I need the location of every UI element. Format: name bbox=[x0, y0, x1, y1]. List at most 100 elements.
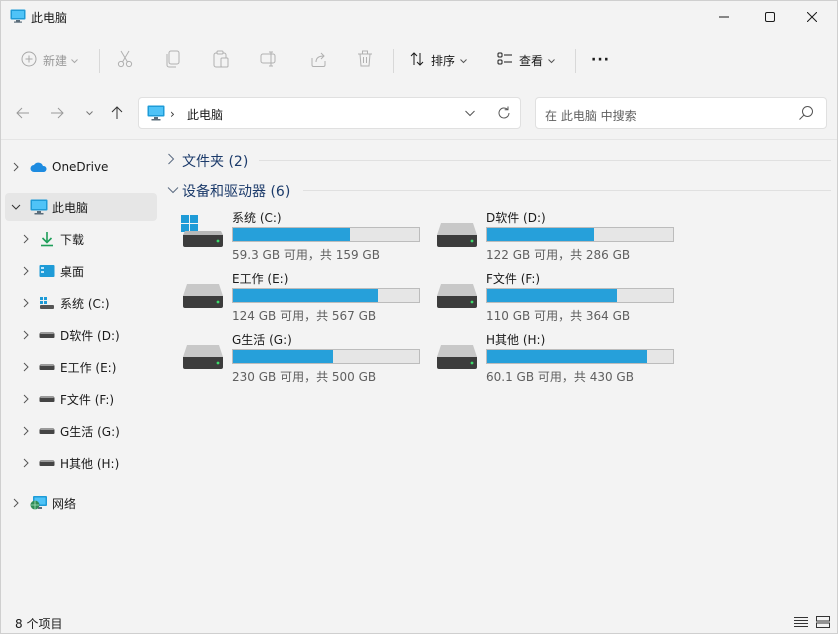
command-bar: 新建 排序 查看 ··· bbox=[1, 37, 837, 83]
drive-usage-bar bbox=[486, 227, 674, 242]
drive-icon bbox=[181, 337, 225, 372]
drive-name: 系统 (C:) bbox=[232, 211, 282, 225]
drive-icon bbox=[38, 454, 56, 472]
drive-usage-bar bbox=[232, 227, 420, 242]
windows-drive-icon bbox=[181, 215, 225, 250]
drive-free-space: 230 GB 可用，共 500 GB bbox=[232, 370, 377, 384]
sidebar-item-label: 系统 (C:) bbox=[60, 296, 110, 311]
group-title: 设备和驱动器 (6) bbox=[182, 184, 291, 200]
group-header-drives[interactable]: 设备和驱动器 (6) bbox=[161, 179, 831, 201]
chevron-down-icon[interactable] bbox=[11, 202, 21, 212]
sidebar-item-label: 下载 bbox=[60, 232, 85, 247]
drive-free-space: 110 GB 可用，共 364 GB bbox=[486, 309, 631, 323]
chevron-down-icon[interactable] bbox=[167, 183, 179, 197]
sidebar-item-drive-f[interactable]: F文件 (F:) bbox=[5, 385, 157, 413]
sort-button[interactable]: 排序 bbox=[409, 47, 467, 73]
refresh-icon[interactable] bbox=[496, 105, 512, 124]
toolbar-divider bbox=[99, 49, 100, 73]
drive-tile-h[interactable]: H其他 (H:) 60.1 GB 可用，共 430 GB bbox=[435, 331, 685, 389]
chevron-right-icon[interactable] bbox=[21, 234, 31, 244]
chevron-right-icon[interactable] bbox=[11, 162, 21, 172]
drive-icon bbox=[181, 276, 225, 311]
this-pc-icon bbox=[30, 198, 48, 216]
sidebar-item-drive-e[interactable]: E工作 (E:) bbox=[5, 353, 157, 381]
search-icon[interactable] bbox=[798, 105, 814, 124]
drive-tile-d[interactable]: D软件 (D:) 122 GB 可用，共 286 GB bbox=[435, 209, 685, 267]
sidebar-item-label: F文件 (F:) bbox=[60, 392, 115, 407]
chevron-right-icon[interactable] bbox=[21, 458, 31, 468]
paste-button[interactable] bbox=[213, 47, 229, 73]
drive-icon bbox=[38, 358, 56, 376]
chevron-right-icon[interactable] bbox=[21, 266, 31, 276]
drive-name: H其他 (H:) bbox=[486, 333, 546, 347]
view-list-icon bbox=[497, 51, 513, 70]
minimize-button[interactable] bbox=[701, 1, 747, 33]
sort-arrows-icon bbox=[409, 51, 425, 70]
this-pc-icon bbox=[10, 9, 26, 26]
sort-button-label: 排序 bbox=[431, 53, 456, 68]
chevron-right-icon[interactable] bbox=[167, 153, 175, 168]
desktop-icon bbox=[38, 262, 56, 280]
delete-button[interactable] bbox=[357, 47, 373, 73]
chevron-right-icon[interactable] bbox=[21, 426, 31, 436]
network-icon bbox=[30, 494, 48, 512]
drive-free-space: 124 GB 可用，共 567 GB bbox=[232, 309, 377, 323]
chevron-right-icon[interactable] bbox=[21, 394, 31, 404]
drive-free-space: 59.3 GB 可用，共 159 GB bbox=[232, 248, 380, 262]
sidebar-item-downloads[interactable]: 下载 bbox=[5, 225, 157, 253]
more-options-button[interactable]: ··· bbox=[591, 47, 610, 73]
share-button[interactable] bbox=[309, 47, 327, 73]
address-bar[interactable]: › 此电脑 bbox=[138, 97, 521, 129]
sidebar-item-drive-h[interactable]: H其他 (H:) bbox=[5, 449, 157, 477]
view-button-label: 查看 bbox=[519, 53, 544, 68]
cut-button[interactable] bbox=[117, 47, 133, 73]
drive-icon bbox=[435, 276, 479, 311]
tiles-view-icon[interactable] bbox=[816, 616, 830, 631]
view-button[interactable]: 查看 bbox=[497, 47, 555, 73]
sidebar-item-drive-c[interactable]: 系统 (C:) bbox=[5, 289, 157, 317]
drive-usage-fill bbox=[233, 289, 379, 302]
search-box[interactable]: 在 此电脑 中搜索 bbox=[535, 97, 827, 129]
content-pane: 文件夹 (2) 设备和驱动器 (6) 系统 (C:) 59.3 GB 可用，共 … bbox=[161, 141, 837, 601]
drive-tile-g[interactable]: G生活 (G:) 230 GB 可用，共 500 GB bbox=[181, 331, 431, 389]
chevron-right-icon[interactable] bbox=[21, 298, 31, 308]
drive-tile-f[interactable]: F文件 (F:) 110 GB 可用，共 364 GB bbox=[435, 270, 685, 328]
recent-locations-button[interactable] bbox=[77, 101, 101, 125]
more-options-label: ··· bbox=[591, 52, 610, 68]
copy-button[interactable] bbox=[165, 47, 181, 73]
group-header-folders[interactable]: 文件夹 (2) bbox=[161, 149, 831, 171]
close-button[interactable] bbox=[789, 1, 835, 33]
drive-usage-fill bbox=[487, 350, 647, 363]
forward-button[interactable] bbox=[45, 101, 69, 125]
title-bar: 此电脑 bbox=[1, 1, 837, 33]
chevron-right-icon[interactable] bbox=[21, 330, 31, 340]
sidebar-item-drive-g[interactable]: G生活 (G:) bbox=[5, 417, 157, 445]
sidebar-item-drive-d[interactable]: D软件 (D:) bbox=[5, 321, 157, 349]
chevron-right-icon[interactable] bbox=[21, 362, 31, 372]
details-view-icon[interactable] bbox=[793, 616, 809, 631]
drive-usage-fill bbox=[487, 228, 594, 241]
drive-tile-c[interactable]: 系统 (C:) 59.3 GB 可用，共 159 GB bbox=[181, 209, 431, 267]
chevron-right-icon[interactable] bbox=[11, 498, 21, 508]
breadcrumb-this-pc[interactable]: 此电脑 bbox=[187, 106, 223, 123]
sidebar-item-label: OneDrive bbox=[52, 160, 109, 174]
toolbar-divider bbox=[575, 49, 576, 73]
sidebar-item-onedrive[interactable]: OneDrive bbox=[5, 153, 157, 181]
up-button[interactable] bbox=[105, 101, 129, 125]
drive-tile-e[interactable]: E工作 (E:) 124 GB 可用，共 567 GB bbox=[181, 270, 431, 328]
back-button[interactable] bbox=[11, 101, 35, 125]
new-button[interactable]: 新建 bbox=[21, 47, 78, 73]
drive-free-space: 122 GB 可用，共 286 GB bbox=[486, 248, 631, 262]
download-icon bbox=[38, 230, 56, 248]
paste-icon bbox=[213, 50, 229, 71]
sidebar-item-label: 网络 bbox=[52, 496, 77, 511]
share-icon bbox=[309, 50, 327, 71]
maximize-button[interactable] bbox=[747, 1, 793, 33]
sidebar-item-this-pc[interactable]: 此电脑 bbox=[5, 193, 157, 221]
rename-button[interactable] bbox=[260, 47, 278, 73]
address-history-dropdown[interactable] bbox=[464, 107, 476, 122]
group-divider bbox=[259, 160, 831, 161]
sidebar-item-label: E工作 (E:) bbox=[60, 360, 117, 375]
sidebar-item-desktop[interactable]: 桌面 bbox=[5, 257, 157, 285]
sidebar-item-network[interactable]: 网络 bbox=[5, 489, 157, 517]
